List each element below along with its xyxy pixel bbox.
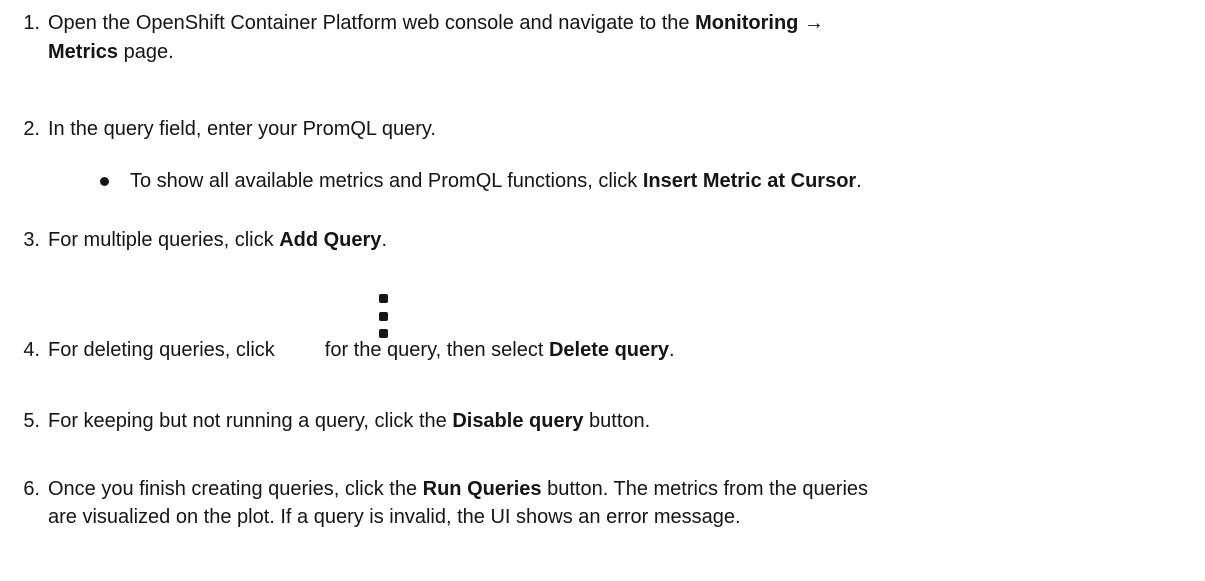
kebab-menu-icon <box>377 294 389 338</box>
step-text: In the query field, enter your PromQL qu… <box>48 118 436 140</box>
delete-query-label: Delete query <box>548 339 670 361</box>
run-queries-label: Run Queries <box>422 478 542 500</box>
step-text: For keeping but not running a query, cli… <box>48 410 651 432</box>
step-number: 5. <box>23 410 40 432</box>
step-text: Open the OpenShift Container Platform we… <box>48 12 824 34</box>
add-query-label: Add Query <box>279 229 382 251</box>
step-number: 3. <box>23 229 40 251</box>
step-number: 4. <box>23 339 40 361</box>
bullet-text: To show all available metrics and PromQL… <box>130 170 862 192</box>
step-number: 6. <box>23 478 40 500</box>
step-text: Once you finish creating queries, click … <box>48 478 869 500</box>
bullet-icon <box>100 177 109 186</box>
step-number: 1. <box>23 12 40 34</box>
insert-metric-label: Insert Metric at Cursor <box>642 170 857 192</box>
menu-path-metrics: Metrics <box>48 41 119 63</box>
step-text: For multiple queries, click Add Query. <box>48 229 387 251</box>
step-text: For deleting queries, click for the query… <box>48 339 675 361</box>
menu-path-monitoring: Monitoring → <box>695 12 824 34</box>
procedure-document: 1. Open the OpenShift Container Platform… <box>0 0 1205 581</box>
disable-query-label: Disable query <box>452 410 584 432</box>
step-number: 2. <box>23 118 40 140</box>
